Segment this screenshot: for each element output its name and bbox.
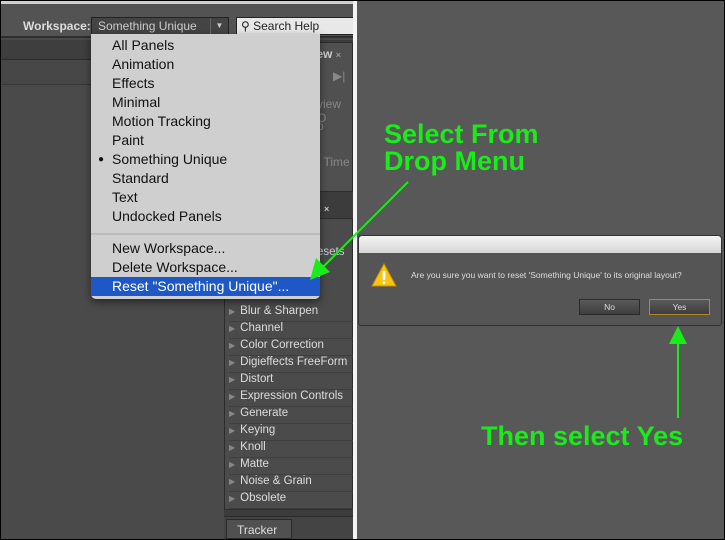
effect-label: Channel (240, 322, 283, 334)
expand-triangle-icon[interactable]: ▶ (229, 409, 235, 418)
menu-item-workspace[interactable]: Motion Tracking (91, 112, 320, 131)
effect-label: Noise & Grain (240, 475, 312, 487)
effect-category[interactable]: ▶ Digieffects FreeForm (229, 356, 354, 373)
effect-label: Blur & Sharpen (240, 305, 319, 317)
dialog-message: Are you sure you want to reset 'Somethin… (411, 270, 682, 280)
effect-label: Digieffects FreeForm (240, 356, 348, 368)
expand-triangle-icon[interactable]: ▶ (229, 443, 235, 452)
menu-item-label: Delete Workspace... (112, 259, 238, 275)
expand-triangle-icon[interactable]: ▶ (229, 477, 235, 486)
after-effects-window: Workspace: Something Unique ▼ ⚲ Search He… (1, 1, 354, 539)
expand-triangle-icon[interactable]: ▶ (229, 307, 235, 316)
menu-item-label: Animation (112, 56, 175, 72)
effect-category[interactable]: ▶ Blur & Sharpen (229, 305, 354, 322)
effect-category[interactable]: ▶ Knoll (229, 441, 354, 458)
close-icon[interactable]: × (324, 204, 329, 214)
expand-triangle-icon[interactable]: ▶ (229, 324, 235, 333)
next-frame-icon[interactable]: ▶| (333, 69, 345, 83)
chevron-down-icon: ▼ (210, 18, 228, 34)
effect-category[interactable]: ▶ Matte (229, 458, 354, 475)
expand-triangle-icon[interactable]: ▶ (229, 494, 235, 503)
menu-item-label: Motion Tracking (112, 113, 211, 129)
menu-separator (91, 233, 320, 235)
menu-item-workspace[interactable]: All Panels (91, 36, 320, 55)
menu-item-label: Text (112, 189, 138, 205)
effect-category[interactable]: ▶ Keying (229, 424, 354, 441)
effect-label: Generate (240, 407, 289, 419)
menu-item-action[interactable]: Reset "Something Unique"... (91, 277, 320, 296)
effect-category[interactable]: ▶ Expression Controls (229, 390, 354, 407)
effect-label: Expression Controls (240, 390, 344, 402)
expand-triangle-icon[interactable]: ▶ (229, 392, 235, 401)
effect-label: Keying (240, 424, 276, 436)
menu-item-action[interactable]: Delete Workspace... (91, 258, 320, 277)
tab-label: Tracker (237, 523, 278, 537)
effect-label: Matte (240, 458, 269, 470)
tab-tracker[interactable]: Tracker × (226, 519, 292, 539)
toolbar: Workspace: Something Unique ▼ ⚲ Search He… (1, 4, 354, 38)
effect-category[interactable]: ▶ Color Correction (229, 339, 354, 356)
menu-item-workspace[interactable]: Effects (91, 74, 320, 93)
selected-bullet-icon: ● (98, 154, 105, 165)
effect-label: Color Correction (240, 339, 324, 351)
expand-triangle-icon[interactable]: ▶ (229, 426, 235, 435)
warning-icon (371, 263, 397, 287)
expand-triangle-icon[interactable]: ▶ (229, 375, 235, 384)
menu-item-workspace[interactable]: Minimal (91, 93, 320, 112)
annotation-step2: Then select Yes (481, 421, 684, 451)
menu-item-workspace[interactable]: ● Something Unique (91, 150, 320, 169)
effect-category[interactable]: ▶ Generate (229, 407, 354, 424)
workspace-value: Something Unique (98, 19, 197, 33)
effect-label: Obsolete (240, 492, 287, 504)
effect-category[interactable]: ▶ Distort (229, 373, 354, 390)
expand-triangle-icon[interactable]: ▶ (229, 460, 235, 469)
menu-item-label: Paint (112, 132, 144, 148)
time-label: t Time (317, 155, 350, 169)
search-help-input[interactable]: ⚲ Search Help (236, 17, 354, 35)
menu-item-label: Effects (112, 75, 155, 91)
tracker-panel: Tracker × (224, 516, 353, 539)
expand-triangle-icon[interactable]: ▶ (229, 358, 235, 367)
menu-item-workspace[interactable]: Animation (91, 55, 320, 74)
annotation-step1: Select From Drop Menu (384, 121, 539, 175)
effect-category[interactable]: ▶ Channel (229, 322, 354, 339)
menu-item-workspace[interactable]: Text (91, 188, 320, 207)
annotation-line: Drop Menu (384, 146, 525, 176)
presets-label: esets (317, 246, 345, 258)
workspace-dropdown[interactable]: Something Unique ▼ (91, 17, 229, 35)
close-icon[interactable]: × (336, 50, 341, 60)
menu-item-label: Reset "Something Unique"... (112, 278, 290, 294)
menu-item-label: Minimal (112, 94, 161, 110)
menu-item-label: Undocked Panels (112, 208, 222, 224)
dialog-title-bar (359, 236, 721, 253)
menu-item-workspace[interactable]: Standard (91, 169, 320, 188)
workspace-menu: All Panels Animation Effects Minimal Motion … (91, 34, 320, 299)
search-placeholder: Search Help (253, 19, 320, 33)
search-icon: ⚲ (241, 19, 254, 33)
yes-button[interactable]: Yes (649, 299, 710, 315)
menu-item-label: Something Unique (112, 151, 228, 167)
menu-item-action[interactable]: New Workspace... (91, 239, 320, 258)
menu-item-label: New Workspace... (112, 240, 226, 256)
menu-item-workspace[interactable]: Paint (91, 131, 320, 150)
effect-category[interactable]: ▶ Obsolete (229, 492, 354, 509)
menu-item-label: Standard (112, 170, 169, 186)
effect-label: Distort (240, 373, 274, 385)
workspace-label: Workspace: (23, 19, 91, 33)
no-button[interactable]: No (579, 299, 640, 315)
reset-workspace-dialog: Are you sure you want to reset 'Somethin… (358, 235, 722, 326)
effect-category[interactable]: ▶ Noise & Grain (229, 475, 354, 492)
menu-item-label: All Panels (112, 37, 175, 53)
effect-label: Knoll (240, 441, 266, 453)
menu-item-workspace[interactable]: Undocked Panels (91, 207, 320, 226)
annotation-line: Select From (384, 119, 539, 149)
expand-triangle-icon[interactable]: ▶ (229, 341, 235, 350)
